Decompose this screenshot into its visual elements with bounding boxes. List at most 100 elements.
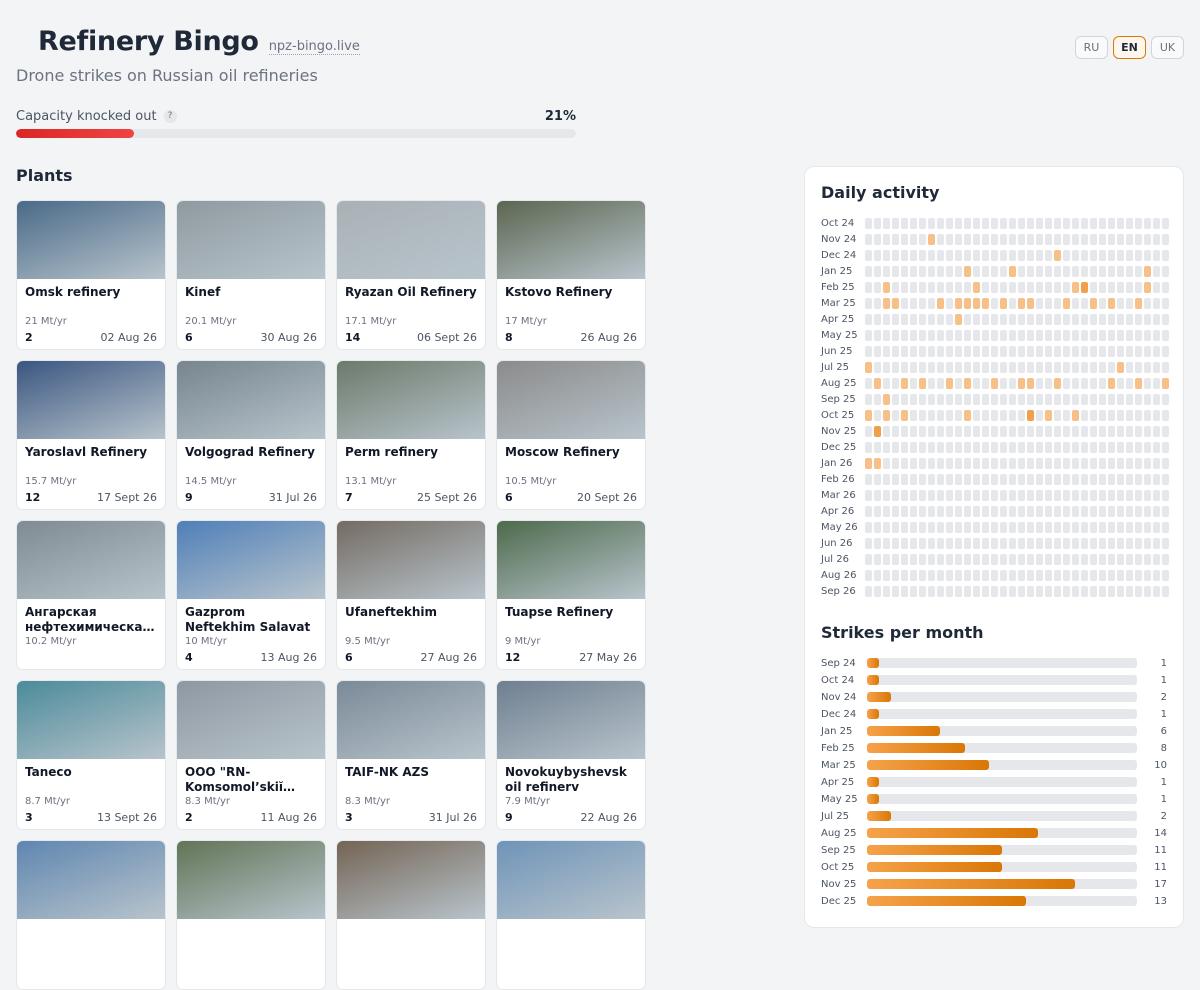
help-icon[interactable]: ? [163, 109, 177, 123]
plant-card[interactable]: Kinef 20.1 Mt/yr 6 30 Aug 26 [176, 200, 326, 350]
activity-day-cell [1027, 233, 1034, 245]
activity-day-cell [883, 521, 890, 533]
activity-day-cell [955, 281, 962, 293]
activity-month-label: May 26 [821, 521, 858, 533]
activity-day-cell [1126, 553, 1133, 565]
plant-last-strike-date: 31 Jul 26 [268, 491, 317, 504]
activity-day-cell [1108, 553, 1115, 565]
activity-day-cell [1108, 265, 1115, 277]
plant-name: Moscow Refinery [505, 445, 620, 459]
activity-day-cell [1153, 409, 1160, 421]
activity-day-cell [928, 521, 935, 533]
activity-day-cell [928, 505, 935, 517]
plant-card[interactable]: Ufaneftekhim 9.5 Mt/yr 6 27 Aug 26 [336, 520, 486, 670]
activity-day-cell [1108, 473, 1115, 485]
activity-month-label: Jul 26 [821, 553, 849, 565]
activity-day-cell [1063, 393, 1070, 405]
plant-card[interactable] [16, 840, 166, 990]
activity-day-cell [901, 409, 908, 421]
stats-panel: Daily activity Oct 24 Nov 24 Dec 24 Jan 25 F… [804, 166, 1184, 928]
activity-day-cell [1126, 313, 1133, 325]
month-count: 1 [1160, 708, 1167, 720]
activity-day-cell [919, 409, 926, 421]
activity-month-label: Jul 25 [821, 361, 849, 373]
plant-card[interactable]: Ангарская нефтехимическая компания 10.2 M… [16, 520, 166, 670]
activity-day-cell [1000, 233, 1007, 245]
activity-day-cell [892, 585, 899, 597]
activity-day-cell [1018, 313, 1025, 325]
activity-month-label: Mar 26 [821, 489, 856, 501]
activity-day-cell [883, 569, 890, 581]
activity-day-cell [991, 265, 998, 277]
site-domain-link[interactable]: npz-bingo.live [268, 39, 360, 55]
activity-day-cell [1108, 345, 1115, 357]
activity-day-cell [955, 217, 962, 229]
activity-day-cell [1000, 281, 1007, 293]
activity-day-cell [874, 265, 881, 277]
plant-card[interactable]: Volgograd Refinery 14.5 Mt/yr 9 31 Jul 26 [176, 360, 326, 510]
plant-card[interactable]: Yaroslavl Refinery 15.7 Mt/yr 12 17 Sept 26 [16, 360, 166, 510]
plant-card[interactable]: Kstovo Refinery 17 Mt/yr 8 26 Aug 26 [496, 200, 646, 350]
activity-day-cell [1081, 217, 1088, 229]
month-bar-row: Jan 25 6 [821, 725, 1167, 737]
plant-card[interactable] [496, 840, 646, 990]
activity-day-cell [928, 473, 935, 485]
activity-day-cell [901, 553, 908, 565]
activity-day-cell [919, 329, 926, 341]
activity-day-cell [1081, 297, 1088, 309]
plant-card[interactable]: Novokuybyshevsk oil refinerv 7.9 Mt/yr 9 22… [496, 680, 646, 830]
activity-day-cell [1153, 441, 1160, 453]
activity-day-cell [1126, 569, 1133, 581]
activity-row: Jan 25 [821, 265, 1169, 277]
activity-day-cell [1108, 489, 1115, 501]
plant-name: TAIF-NK AZS [345, 765, 429, 779]
activity-day-cell [865, 233, 872, 245]
activity-day-cell [1045, 425, 1052, 437]
lang-en-button[interactable]: EN [1113, 36, 1146, 59]
activity-day-cell [1063, 585, 1070, 597]
activity-day-cell [919, 457, 926, 469]
plant-footer: 6 20 Sept 26 [505, 491, 637, 504]
activity-day-cell [991, 505, 998, 517]
plant-card[interactable]: Tuapse Refinery 9 Mt/yr 12 27 May 26 [496, 520, 646, 670]
activity-day-cell [910, 313, 917, 325]
activity-day-cell [1117, 313, 1124, 325]
plant-info: Ангарская нефтехимическая компания 10.2 M… [25, 605, 157, 664]
activity-day-cell [937, 281, 944, 293]
activity-day-cell [1045, 217, 1052, 229]
activity-day-cell [1000, 361, 1007, 373]
activity-day-cell [1135, 249, 1142, 261]
plant-card[interactable]: Moscow Refinery 10.5 Mt/yr 6 20 Sept 26 [496, 360, 646, 510]
plant-card[interactable]: Ryazan Oil Refinery 17.1 Mt/yr 14 06 Sept 2… [336, 200, 486, 350]
lang-ru-button[interactable]: RU [1075, 36, 1108, 59]
plant-card[interactable]: Perm refinery 13.1 Mt/yr 7 25 Sept 26 [336, 360, 486, 510]
plant-card[interactable] [176, 840, 326, 990]
plant-strike-count: 9 [505, 811, 513, 824]
lang-uk-button[interactable]: UK [1151, 36, 1184, 59]
activity-day-cell [1117, 345, 1124, 357]
plant-footer: 12 27 May 26 [505, 651, 637, 664]
plant-card[interactable]: Taneco 8.7 Mt/yr 3 13 Sept 26 [16, 680, 166, 830]
activity-day-cell [937, 457, 944, 469]
activity-day-cell [946, 441, 953, 453]
activity-day-cell [1063, 489, 1070, 501]
activity-day-cell [901, 265, 908, 277]
activity-day-cell [883, 473, 890, 485]
activity-day-cell [1009, 345, 1016, 357]
plant-card[interactable]: TAIF-NK AZS 8.3 Mt/yr 3 31 Jul 26 [336, 680, 486, 830]
plant-card[interactable] [336, 840, 486, 990]
activity-day-cell [892, 521, 899, 533]
activity-day-cell [1126, 377, 1133, 389]
plant-card[interactable]: Gazprom Neftekhim Salavat 10 Mt/yr 4 13 Aug… [176, 520, 326, 670]
activity-day-cell [955, 313, 962, 325]
plant-card[interactable]: Omsk refinery 21 Mt/yr 2 02 Aug 26 [16, 200, 166, 350]
activity-day-cell [1144, 473, 1151, 485]
activity-day-cell [919, 489, 926, 501]
activity-day-cell [1009, 505, 1016, 517]
plant-info: Novokuybyshevsk oil refinerv 7.9 Mt/yr 9 22… [505, 765, 637, 824]
activity-day-cell [955, 585, 962, 597]
language-switcher: RU EN UK [1075, 36, 1184, 59]
activity-day-cell [883, 505, 890, 517]
plant-card[interactable]: OOO "RN-Komsomol’skiĭ… 8.3 Mt/yr 2 11 Aug 2… [176, 680, 326, 830]
month-bar-row: May 25 1 [821, 793, 1167, 805]
